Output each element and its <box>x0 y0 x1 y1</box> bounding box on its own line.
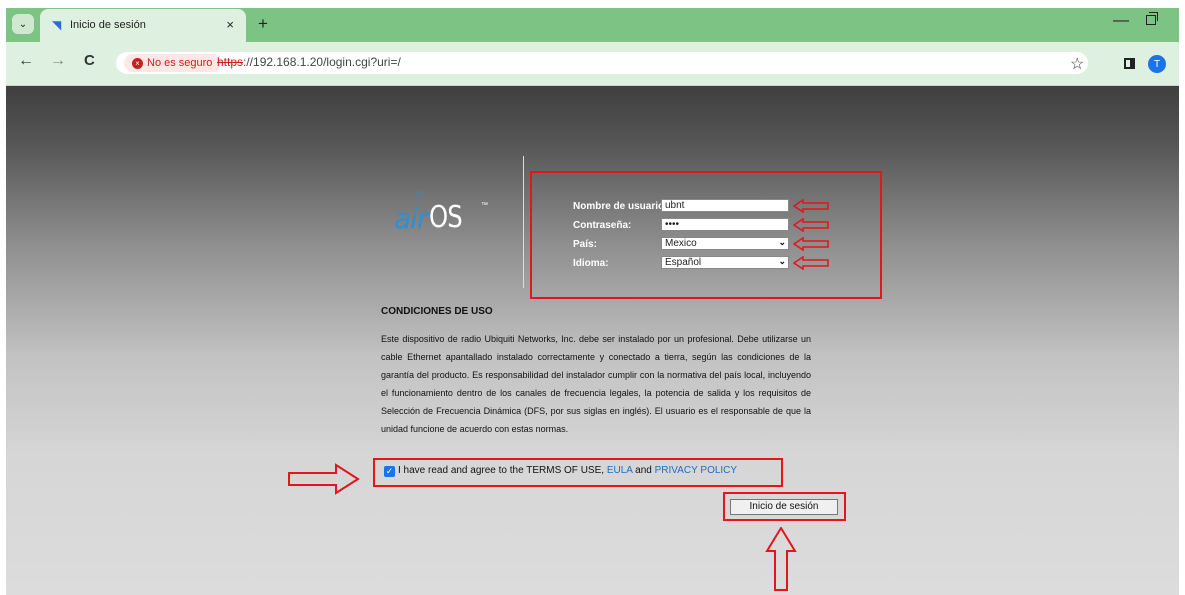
url-scheme: https <box>217 55 244 69</box>
annotation-arrow-right-icon <box>288 463 360 495</box>
tab-search-button[interactable]: ⌄ <box>12 14 34 34</box>
terms-body: Este dispositivo de radio Ubiquiti Netwo… <box>381 334 811 434</box>
password-input[interactable]: •••• <box>661 218 789 231</box>
annotation-arrow-up-icon <box>765 527 797 591</box>
chevron-down-icon: ⌄ <box>18 18 28 30</box>
divider <box>523 156 524 288</box>
chevron-down-icon: ⌄ <box>778 256 786 266</box>
tab-login[interactable]: ◥ Inicio de sesión × <box>40 9 246 42</box>
country-label: País: <box>573 239 597 250</box>
username-label: Nombre de usuario: <box>573 201 668 212</box>
language-label: Idioma: <box>573 258 609 269</box>
annotation-arrow-left-icon <box>793 256 829 270</box>
browser-window: ⌄ ◥ Inicio de sesión × + — ← → C × No es… <box>0 0 1185 595</box>
logo-tm: ™ <box>481 202 488 209</box>
new-tab-button[interactable]: + <box>258 14 268 34</box>
password-label: Contraseña: <box>573 220 632 231</box>
reload-button[interactable]: C <box>84 52 95 69</box>
security-badge[interactable]: × No es seguro <box>124 54 223 72</box>
username-input[interactable]: ubnt <box>661 199 789 212</box>
agree-and: and <box>632 465 655 476</box>
close-icon[interactable]: × <box>226 17 234 32</box>
annotation-arrow-left-icon <box>793 218 829 232</box>
agree-text: I have read and agree to the TERMS OF US… <box>398 465 737 476</box>
logo-os: OS <box>429 200 463 235</box>
eula-link[interactable]: EULA <box>607 465 633 476</box>
language-select[interactable]: Español ⌄ <box>661 256 789 269</box>
terms-title: CONDICIONES DE USO <box>381 306 493 317</box>
restore-button[interactable] <box>1146 12 1158 25</box>
bookmark-star-icon[interactable]: ☆ <box>1070 54 1084 74</box>
warning-icon: × <box>132 57 143 69</box>
back-button[interactable]: ← <box>18 52 34 70</box>
chevron-down-icon: ⌄ <box>778 237 786 247</box>
logo-air: air <box>394 202 428 235</box>
security-label: No es seguro <box>147 57 213 69</box>
forward-button[interactable]: → <box>50 52 66 70</box>
login-button[interactable]: Inicio de sesión <box>730 499 838 515</box>
privacy-policy-link[interactable]: PRIVACY POLICY <box>655 465 737 476</box>
country-value: Mexico <box>665 238 697 249</box>
agree-checkbox[interactable]: ✓ <box>384 466 395 477</box>
side-panel-icon[interactable] <box>1124 58 1135 69</box>
agree-prefix: I have read and agree to the TERMS OF US… <box>398 465 607 476</box>
wifi-icon: ◥ <box>52 18 62 32</box>
url-text[interactable]: https://192.168.1.20/login.cgi?uri=/ <box>217 55 401 69</box>
annotation-arrow-left-icon <box>793 237 829 251</box>
url-path: ://192.168.1.20/login.cgi?uri=/ <box>243 55 401 69</box>
address-bar[interactable]: × No es seguro https://192.168.1.20/logi… <box>116 52 1088 74</box>
signal-icon: ⦸ <box>416 188 424 200</box>
annotation-box-login <box>530 171 882 299</box>
minimize-button[interactable]: — <box>1113 12 1129 30</box>
profile-avatar[interactable]: T <box>1148 55 1166 73</box>
annotation-arrow-left-icon <box>793 199 829 213</box>
tab-title: Inicio de sesión <box>70 19 146 31</box>
language-value: Español <box>665 257 702 268</box>
country-select[interactable]: Mexico ⌄ <box>661 237 789 250</box>
